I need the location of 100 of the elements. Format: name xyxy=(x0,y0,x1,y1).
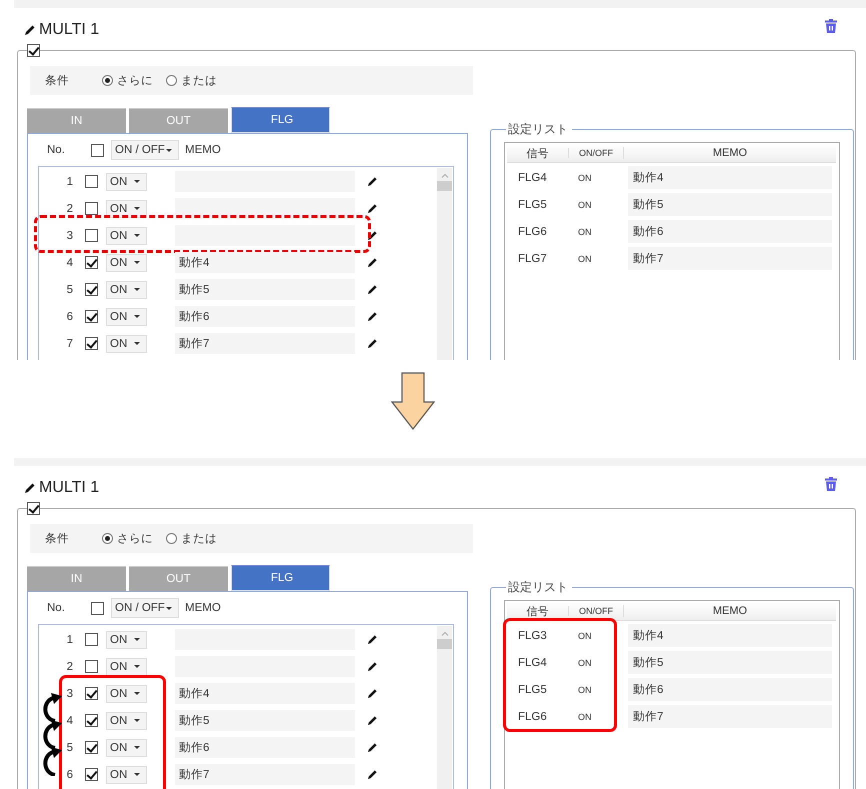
signal-cell-text: FLG4 xyxy=(517,172,548,184)
onoff-cell-text: ON xyxy=(577,172,592,182)
pencil-icon[interactable] xyxy=(367,176,378,187)
signal-cell-text: FLG6 xyxy=(517,226,548,238)
select-all-checkbox[interactable] xyxy=(90,602,104,614)
tab[interactable]: FLG xyxy=(231,565,330,591)
down-arrow xyxy=(391,372,435,430)
onoff-dropdown[interactable]: ON xyxy=(106,712,147,730)
checkbox[interactable] xyxy=(85,660,98,673)
checkbox[interactable] xyxy=(85,229,98,242)
radio-button[interactable] xyxy=(166,533,177,544)
pencil-icon[interactable] xyxy=(367,661,378,672)
checkbox[interactable] xyxy=(85,283,98,296)
pencil-icon[interactable] xyxy=(367,769,378,780)
onoff-dropdown[interactable]: ON xyxy=(106,684,147,702)
signal-cell-text: FLG5 xyxy=(517,198,548,210)
memo-field[interactable]: 動作6 xyxy=(175,306,355,327)
checkbox[interactable] xyxy=(85,175,98,188)
settings-legend: 設定リスト xyxy=(506,579,572,596)
scrollbar-thumb[interactable] xyxy=(437,639,452,649)
row-number: 5 xyxy=(66,742,73,754)
settings-legend: 設定リスト xyxy=(506,121,572,138)
memo-field[interactable]: 動作5 xyxy=(175,710,355,731)
row-number: 5 xyxy=(66,284,73,296)
onoff-dropdown[interactable]: ON / OFF xyxy=(111,140,179,160)
pencil-icon[interactable] xyxy=(367,284,378,295)
checkbox[interactable] xyxy=(85,337,98,350)
onoff-cell-text: ON xyxy=(577,226,592,236)
trash-icon[interactable] xyxy=(824,18,838,34)
pencil-icon[interactable] xyxy=(367,311,378,322)
memo-field[interactable]: 動作6 xyxy=(175,737,355,758)
memo-field[interactable]: 動作7 xyxy=(175,333,355,354)
scrollbar-thumb[interactable] xyxy=(437,181,452,191)
pencil-icon[interactable] xyxy=(367,688,378,699)
pencil-icon[interactable] xyxy=(367,634,378,645)
onoff-dropdown[interactable]: ON xyxy=(106,334,147,352)
pencil-icon[interactable] xyxy=(367,230,378,241)
onoff-dropdown[interactable]: ON xyxy=(106,254,147,272)
checkbox[interactable] xyxy=(27,502,40,515)
checkbox[interactable] xyxy=(27,44,40,57)
onoff-dropdown[interactable]: ON xyxy=(106,200,147,218)
onoff-dropdown[interactable]: ON xyxy=(106,226,147,244)
memo-field[interactable] xyxy=(175,198,355,219)
onoff-dropdown[interactable]: ON xyxy=(106,172,147,190)
condition-label: 条件 xyxy=(45,74,70,88)
checkbox[interactable] xyxy=(85,310,98,323)
radio-label[interactable]: または xyxy=(181,73,217,88)
select-all-checkbox[interactable] xyxy=(90,144,104,156)
pencil-icon[interactable] xyxy=(367,338,378,349)
row-number: 4 xyxy=(66,256,73,268)
onoff-dropdown[interactable]: ON xyxy=(106,630,147,648)
radio-button[interactable] xyxy=(166,75,177,86)
memo-cell: 動作6 xyxy=(628,678,832,701)
panel-title: MULTI 1 xyxy=(39,21,100,39)
checkbox[interactable] xyxy=(85,714,98,727)
onoff-dropdown[interactable]: ON / OFF xyxy=(111,598,179,618)
checkbox[interactable] xyxy=(85,202,98,215)
memo-cell: 動作4 xyxy=(628,624,832,647)
memo-cell: 動作4 xyxy=(628,166,832,189)
onoff-cell-text: ON xyxy=(577,684,592,694)
pencil-icon xyxy=(24,482,36,494)
row-number: 1 xyxy=(66,634,73,646)
checkbox[interactable] xyxy=(85,633,98,646)
memo-field[interactable]: 動作4 xyxy=(175,252,355,273)
tab[interactable]: FLG xyxy=(231,107,330,133)
signal-cell-text: FLG6 xyxy=(517,710,548,722)
radio-button[interactable] xyxy=(102,533,113,544)
onoff-dropdown[interactable]: ON xyxy=(106,308,147,326)
onoff-dropdown[interactable]: ON xyxy=(106,280,147,298)
pencil-icon[interactable] xyxy=(367,203,378,214)
onoff-cell-text: ON xyxy=(577,254,592,264)
radio-button[interactable] xyxy=(102,75,113,86)
pencil-icon[interactable] xyxy=(367,715,378,726)
column-header: 信号 xyxy=(526,604,550,618)
row-number: 6 xyxy=(66,768,73,780)
memo-field[interactable]: 動作5 xyxy=(175,279,355,300)
column-header: MEMO xyxy=(623,147,836,159)
pencil-icon[interactable] xyxy=(367,742,378,753)
onoff-dropdown[interactable]: ON xyxy=(106,658,147,676)
row-number: 2 xyxy=(66,660,73,672)
signal-cell-text: FLG4 xyxy=(517,656,548,668)
radio-label[interactable]: さらに xyxy=(117,531,153,546)
checkbox[interactable] xyxy=(85,256,98,269)
checkbox[interactable] xyxy=(85,687,98,700)
onoff-cell-text: ON xyxy=(577,658,592,668)
row-number: 3 xyxy=(66,688,73,700)
pencil-icon[interactable] xyxy=(367,257,378,268)
onoff-dropdown[interactable]: ON xyxy=(106,738,147,756)
onoff-dropdown[interactable]: ON xyxy=(106,766,147,784)
row-number: 1 xyxy=(66,176,73,188)
memo-field[interactable]: 動作4 xyxy=(175,683,355,704)
column-header: MEMO xyxy=(185,144,221,156)
scrollbar[interactable] xyxy=(437,168,452,360)
trash-icon[interactable] xyxy=(824,476,838,492)
condition-label: 条件 xyxy=(45,532,70,546)
checkbox[interactable] xyxy=(85,768,98,781)
checkbox[interactable] xyxy=(85,741,98,754)
radio-label[interactable]: または xyxy=(181,531,217,546)
memo-field[interactable]: 動作7 xyxy=(175,764,355,785)
radio-label[interactable]: さらに xyxy=(117,73,153,88)
